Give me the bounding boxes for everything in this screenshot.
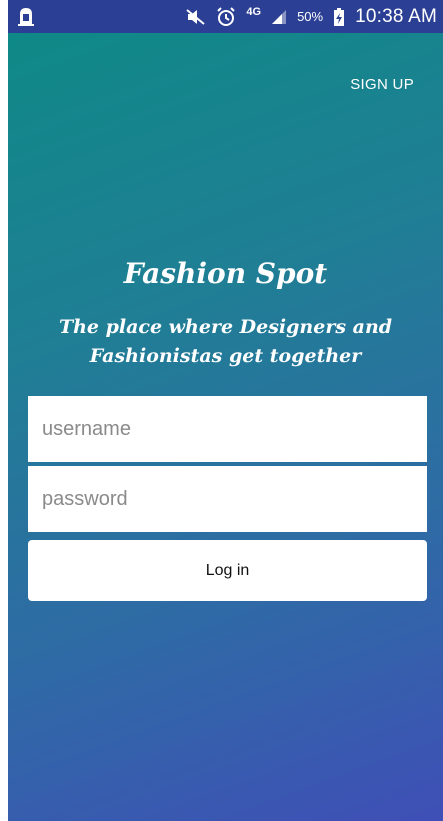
app-title: Fashion Spot [123,257,328,290]
status-icons: 4G 50% 10:38 AM [186,0,437,33]
status-bar: 4G 50% 10:38 AM [8,0,443,33]
app-screen: 4G 50% 10:38 AM SIGN UP Fashion Spot The… [8,0,443,821]
mute-icon [186,8,206,26]
alarm-icon [216,6,236,27]
app-tagline: The place where Designers and Fashionist… [28,313,423,371]
notification-icon [16,5,36,27]
signup-button[interactable]: SIGN UP [350,76,414,93]
tagline-line-2: Fashionistas get together [89,345,362,367]
username-input[interactable] [28,396,427,462]
clock: 10:38 AM [355,5,437,27]
battery-charging-icon [333,7,345,27]
battery-percent: 50% [297,9,324,24]
signal-icon [271,9,287,25]
password-input[interactable] [28,466,427,532]
login-button[interactable]: Log in [28,540,427,601]
network-4g-icon: 4G [246,6,262,18]
tagline-line-1: The place where Designers and [58,316,393,338]
